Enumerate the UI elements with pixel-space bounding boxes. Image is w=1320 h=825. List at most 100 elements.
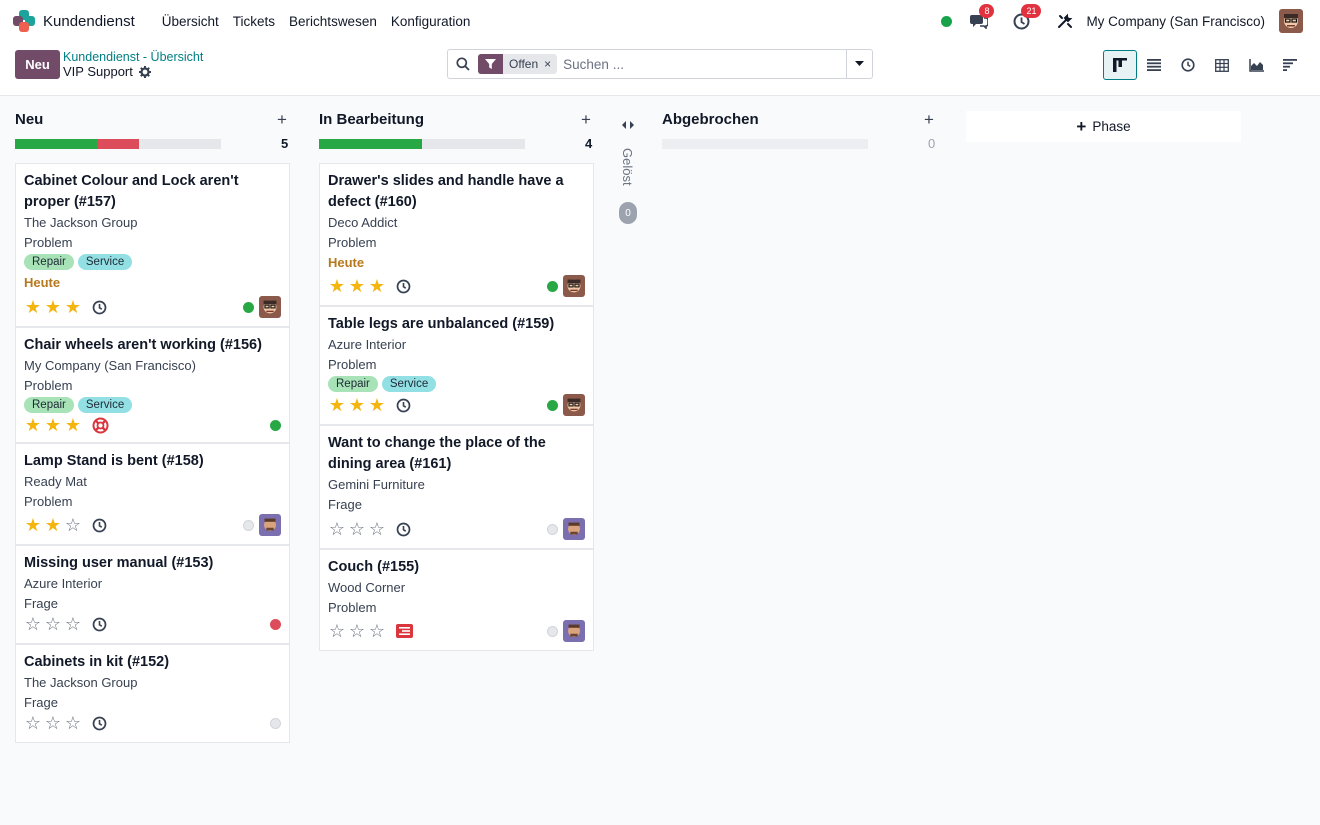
activity-clock-icon[interactable] [92,518,107,533]
state-dot-grey[interactable] [547,625,558,637]
assignee-avatar[interactable] [563,518,585,540]
star-outline-icon[interactable]: ☆ [24,714,42,732]
lifebuoy-icon[interactable] [92,417,109,434]
new-button[interactable]: Neu [15,50,60,79]
star-icon[interactable]: ★ [24,298,42,316]
star-outline-icon[interactable]: ☆ [348,622,366,640]
star-icon[interactable]: ★ [328,396,346,414]
activity-clock-icon[interactable] [92,300,107,315]
priority-stars[interactable]: ☆ ☆ ☆ [328,622,386,640]
star-outline-icon[interactable]: ☆ [348,520,366,538]
priority-stars[interactable]: ☆ ☆ ☆ [24,615,82,633]
assignee-avatar[interactable] [563,620,585,642]
star-icon[interactable]: ★ [64,298,82,316]
assignee-avatar[interactable] [563,275,585,297]
presence-status-dot[interactable] [941,15,953,27]
expand-arrows-icon[interactable] [622,121,634,129]
activity-list-icon[interactable] [396,624,413,638]
state-dot-green[interactable] [243,301,254,313]
star-outline-icon[interactable]: ☆ [64,615,82,633]
cohort-view-button[interactable] [1273,50,1307,80]
star-icon[interactable]: ★ [64,416,82,434]
column-progress-bar[interactable] [319,139,525,149]
star-icon[interactable]: ★ [44,516,62,534]
kanban-card[interactable]: Chair wheels aren't working (#156) My Co… [15,327,290,443]
activities-icon[interactable]: 21 [1010,4,1042,32]
kanban-card[interactable]: Want to change the place of the dining a… [319,425,594,549]
star-icon[interactable]: ★ [24,516,42,534]
state-dot-green[interactable] [270,419,281,431]
messages-icon[interactable]: 8 [968,4,995,32]
menu-tickets[interactable]: Tickets [226,14,282,29]
breadcrumb-parent-link[interactable]: Kundendienst - Übersicht [63,50,203,64]
star-outline-icon[interactable]: ☆ [44,714,62,732]
star-outline-icon[interactable]: ☆ [24,615,42,633]
user-avatar[interactable] [1279,9,1303,33]
progress-segment-green[interactable] [319,139,422,149]
star-icon[interactable]: ★ [368,396,386,414]
kanban-card[interactable]: Cabinet Colour and Lock aren't proper (#… [15,163,290,327]
quick-create-icon[interactable]: + [924,110,934,130]
menu-overview[interactable]: Übersicht [155,14,226,29]
tools-icon[interactable] [1054,10,1076,32]
activity-clock-icon[interactable] [396,398,411,413]
state-dot-grey[interactable] [243,519,254,531]
progress-segment-green[interactable] [15,139,98,149]
search-icon[interactable] [448,57,478,71]
star-outline-icon[interactable]: ☆ [64,714,82,732]
column-title[interactable]: In Bearbeitung [319,111,424,128]
state-dot-grey[interactable] [547,523,558,535]
activity-view-button[interactable] [1171,50,1205,80]
search-input[interactable] [563,56,834,72]
quick-create-icon[interactable]: + [581,110,591,130]
kanban-card[interactable]: Table legs are unbalanced (#159) Azure I… [319,306,594,425]
star-icon[interactable]: ★ [44,416,62,434]
activity-clock-icon[interactable] [396,522,411,537]
assignee-avatar[interactable] [259,296,281,318]
column-title[interactable]: Abgebrochen [662,111,759,128]
column-progress-bar[interactable] [15,139,221,149]
star-outline-icon[interactable]: ☆ [328,622,346,640]
star-icon[interactable]: ★ [368,277,386,295]
kanban-column-folded-resolved[interactable]: Gelöst 0 [615,96,641,236]
priority-stars[interactable]: ☆ ☆ ☆ [24,714,82,732]
list-view-button[interactable] [1137,50,1171,80]
menu-configuration[interactable]: Konfiguration [384,14,478,29]
state-dot-green[interactable] [547,280,558,292]
star-icon[interactable]: ★ [328,277,346,295]
star-icon[interactable]: ★ [348,277,366,295]
gear-icon[interactable] [138,66,151,78]
assignee-avatar[interactable] [259,514,281,536]
facet-remove-icon[interactable]: × [544,57,557,71]
activity-clock-icon[interactable] [92,716,107,731]
star-icon[interactable]: ★ [348,396,366,414]
kanban-card[interactable]: Cabinets in kit (#152) The Jackson Group… [15,644,290,743]
quick-create-icon[interactable]: + [277,110,287,130]
priority-stars[interactable]: ★ ★ ★ [24,298,82,316]
priority-stars[interactable]: ★ ★ ★ [328,396,386,414]
priority-stars[interactable]: ☆ ☆ ☆ [328,520,386,538]
graph-view-button[interactable] [1239,50,1273,80]
assignee-avatar[interactable] [563,394,585,416]
add-phase-button[interactable]: + Phase [966,111,1241,142]
priority-stars[interactable]: ★ ★ ★ [328,277,386,295]
star-icon[interactable]: ★ [24,416,42,434]
column-title[interactable]: Neu [15,111,43,128]
progress-segment-red[interactable] [97,139,139,149]
kanban-card[interactable]: Lamp Stand is bent (#158) Ready Mat Prob… [15,443,290,545]
state-dot-green[interactable] [547,399,558,411]
star-outline-icon[interactable]: ☆ [64,516,82,534]
search-options-toggle[interactable] [846,50,872,78]
activity-clock-icon[interactable] [396,279,411,294]
company-switcher[interactable]: My Company (San Francisco) [1086,14,1265,29]
star-icon[interactable]: ★ [44,298,62,316]
app-brand[interactable]: Kundendienst [13,10,135,32]
star-outline-icon[interactable]: ☆ [368,622,386,640]
state-dot-grey[interactable] [270,717,281,729]
star-outline-icon[interactable]: ☆ [368,520,386,538]
star-outline-icon[interactable]: ☆ [328,520,346,538]
activity-clock-icon[interactable] [92,617,107,632]
kanban-view-button[interactable] [1103,50,1137,80]
kanban-card[interactable]: Drawer's slides and handle have a defect… [319,163,594,306]
star-outline-icon[interactable]: ☆ [44,615,62,633]
